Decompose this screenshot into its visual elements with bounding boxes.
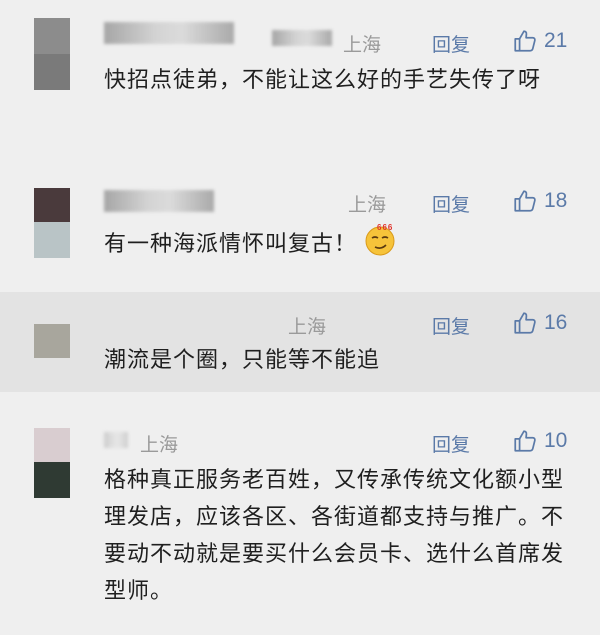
- comment-body: 有一种海派情怀叫复古！ 666: [104, 222, 397, 268]
- thumb-up-icon: [512, 428, 538, 454]
- comment-text: 格种真正服务老百姓，又传承传统文化额小型理发店，应该各区、各街道都支持与推广。不…: [104, 468, 565, 604]
- comment-text: 潮流是个圈，只能等不能追: [104, 348, 381, 373]
- comment-text: 有一种海派情怀叫复古！: [104, 232, 358, 257]
- reply-button[interactable]: 回复: [432, 190, 470, 217]
- like-count: 21: [544, 29, 568, 52]
- thumb-up-icon: [512, 188, 538, 214]
- smirk-666-emoji-icon: 666: [363, 222, 397, 268]
- thumb-up-icon: [512, 310, 538, 336]
- comment-item: 上海 回复 21 快招点徒弟，不能让这么好的手艺失传了呀: [0, 0, 600, 160]
- location-label: 上海: [343, 34, 382, 56]
- reply-button[interactable]: 回复: [432, 312, 470, 339]
- like-button[interactable]: 21: [512, 28, 567, 54]
- like-button[interactable]: 10: [512, 428, 567, 454]
- reply-button[interactable]: 回复: [432, 430, 470, 457]
- reply-button[interactable]: 回复: [432, 30, 470, 57]
- comment-item: 上海 回复 18 有一种海派情怀叫复古！ 666: [0, 160, 600, 290]
- like-button[interactable]: 18: [512, 188, 567, 214]
- username-blurred[interactable]: [104, 22, 234, 44]
- avatar[interactable]: [34, 188, 70, 258]
- location-label: 上海: [140, 434, 179, 456]
- comment-text: 快招点徒弟，不能让这么好的手艺失传了呀: [104, 68, 542, 93]
- thumb-up-icon: [512, 28, 538, 54]
- comment-item: 上海 回复 16 潮流是个圈，只能等不能追: [0, 292, 600, 392]
- avatar[interactable]: [34, 18, 70, 90]
- location-label: 上海: [348, 194, 387, 216]
- like-count: 18: [544, 189, 568, 212]
- avatar[interactable]: [34, 324, 70, 358]
- username-blurred[interactable]: [104, 190, 214, 212]
- location-label: 上海: [288, 316, 327, 338]
- avatar[interactable]: [34, 428, 70, 498]
- like-count: 16: [544, 311, 568, 334]
- comment-item: 上海 回复 10 格种真正服务老百姓，又传承传统文化额小型理发店，应该各区、各街…: [0, 402, 600, 635]
- username-blurred: [272, 30, 332, 46]
- svg-text:666: 666: [377, 223, 393, 232]
- like-button[interactable]: 16: [512, 310, 567, 336]
- like-count: 10: [544, 429, 568, 452]
- username-blurred[interactable]: [104, 432, 128, 448]
